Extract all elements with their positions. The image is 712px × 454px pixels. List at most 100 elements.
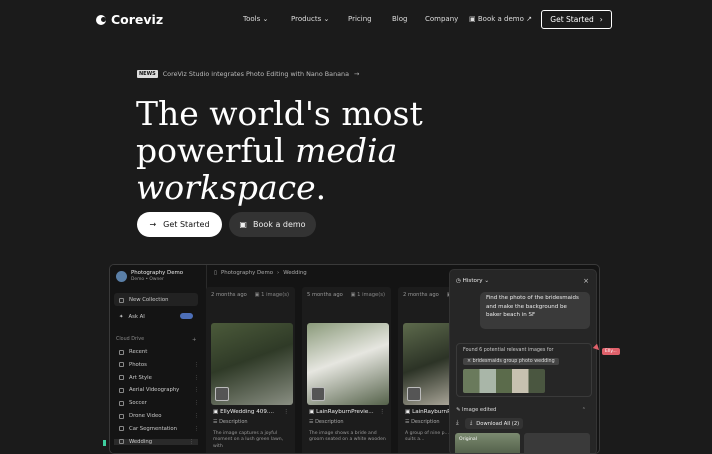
download-icon[interactable]: ⤓ [456,419,459,427]
more-icon[interactable]: ⋮ [283,409,289,415]
folder-plus-icon [119,297,124,303]
chevron-down-icon: ⌄ [323,15,330,23]
collection-column[interactable]: 2 months ago ▣ 1 image(s) ▣ EllyWedding 40… [206,287,295,453]
thumbnail[interactable] [215,387,229,401]
workspace-name[interactable]: Photography Demo [131,270,183,276]
description-label: ☰ Description [309,419,344,425]
edited-image[interactable] [524,433,590,453]
headline-line-1: The world's most [136,94,423,133]
thumbnail[interactable] [407,387,421,401]
chevron-down-icon: ⌄ [262,15,269,23]
news-text: CoreViz Studio integrates Photo Editing … [162,70,350,78]
brand-name: Coreviz [111,12,164,27]
collection-column[interactable]: 5 months ago ▣ 1 image(s) ▣ LainRayburnPre… [302,287,391,453]
breadcrumb: ▯ Photography Demo › Wedding [214,270,307,276]
nav-book-demo[interactable]: ▣ Book a demo ↗ [469,15,532,23]
add-icon[interactable]: + [192,337,196,343]
get-started-button[interactable]: Get Started › [541,10,612,29]
description-label: ☰ Description [405,419,440,425]
new-collection-label: New Collection [119,297,168,303]
more-icon[interactable]: ⋮ [194,387,199,393]
sparkle-icon: ✦ [119,314,124,320]
clock-icon: ◷ [456,278,461,284]
image-icon: ▣ [213,409,219,415]
news-tag: NEWS [137,70,158,78]
breadcrumb-root[interactable]: Photography Demo [221,270,273,276]
folder-icon [119,362,124,368]
hero-book-demo-button[interactable]: ▣ Book a demo [229,212,316,237]
download-all-button[interactable]: ⤓ Download All (2) [465,418,523,429]
folder-icon [119,400,124,406]
image-icon: ▣ [405,409,411,415]
sidebar-item-drone-video[interactable]: Drone Video ⋮ [119,413,199,419]
column-time: 2 months ago [403,292,439,298]
chevron-right-icon: › [599,15,603,24]
query-chip[interactable]: × bridesmaids group photo wedding [463,358,559,365]
more-icon[interactable]: ⋮ [194,362,199,368]
headline-line-2: powerful media [136,131,398,170]
image-icon: ▣ [309,409,315,415]
nav-blog[interactable]: Blog [392,15,407,23]
nav-pricing[interactable]: Pricing [348,15,372,23]
cursor-marker [103,440,106,446]
more-icon[interactable]: ⋮ [194,413,199,419]
column-time: 5 months ago [307,292,343,298]
column-count: ▣ 1 image(s) [350,292,385,298]
search-result-card: Found 6 potential relevant images for × … [456,343,592,397]
sidebar-item-car-segmentation[interactable]: Car Segmentation ⋮ [119,426,199,432]
folder-icon [119,387,124,393]
more-icon[interactable]: ⋮ [194,426,199,432]
close-icon[interactable]: × [583,277,589,285]
original-image[interactable]: Original [455,433,520,453]
sidebar-item-soccer[interactable]: Soccer ⋮ [119,400,199,406]
sidebar-item-aerial-videography[interactable]: Aerial Videography ⋮ [119,387,199,393]
folder-icon [119,349,124,355]
original-label: Original [459,437,477,442]
history-panel: ◷ History ⌄ × Find the photo of the brid… [449,269,597,453]
history-header[interactable]: ◷ History ⌄ [456,278,489,284]
news-banner[interactable]: NEWS CoreViz Studio integrates Photo Edi… [137,70,359,78]
sidebar-item-wedding[interactable]: Wedding ⋮ [114,438,198,445]
folder-icon [119,426,124,432]
hero-get-started-button[interactable]: → Get Started [137,212,222,237]
image-title[interactable]: ▣ EllyWedding 409.... [213,409,274,415]
sidebar-item-art-style[interactable]: Art Style ⋮ [119,375,199,381]
result-thumbnails[interactable] [463,369,545,393]
brand-logo[interactable]: Coreviz [96,12,163,27]
description-label: ☰ Description [213,419,248,425]
image-description: The image captures a joyful moment on a … [213,431,284,449]
logo-icon [96,14,106,25]
more-icon[interactable]: ⋮ [189,439,194,445]
folder-icon [119,413,124,419]
found-text: Found 6 potential relevant images for [463,348,554,353]
user-message: Find the photo of the bridesmaids and ma… [480,292,590,329]
workspace-avatar[interactable] [116,271,127,282]
image-card[interactable] [211,323,293,405]
calendar-icon: ▣ [239,220,247,229]
image-card[interactable] [307,323,389,405]
close-icon: × [467,359,472,364]
breadcrumb-current: Wedding [283,270,307,276]
thumbnail[interactable] [311,387,325,401]
more-icon[interactable]: ⋮ [194,375,199,381]
nav-company[interactable]: Company [425,15,458,23]
more-icon[interactable]: ⋮ [379,409,385,415]
image-title[interactable]: ▣ LainRayburnPrevie... [309,409,374,415]
nav-products[interactable]: Products ⌄ [291,15,329,23]
cursor-tag: Elly... [602,348,620,355]
folder-icon [119,375,124,381]
pencil-icon: ✎ [456,407,461,413]
nav-tools[interactable]: Tools ⌄ [243,15,268,23]
arrow-right-icon: → [354,70,360,78]
chevron-up-icon[interactable]: ⌃ [582,407,586,413]
sidebar-toggle-icon[interactable]: ▯ [214,270,217,276]
sidebar-item-recent[interactable]: Recent [119,349,147,355]
more-icon[interactable]: ⋮ [194,400,199,406]
image-description: The image shows a bride and groom seated… [309,431,386,443]
sidebar-item-photos[interactable]: Photos ⋮ [119,362,199,368]
workspace-role: Demo • Owner [131,277,164,282]
sidebar: Photography Demo Demo • Owner New Collec… [110,265,207,453]
ask-ai-item[interactable]: ✦ Ask AI [119,314,145,320]
image-edited-label: ✎ Image edited [456,407,497,413]
download-icon: ⤓ [470,420,473,426]
